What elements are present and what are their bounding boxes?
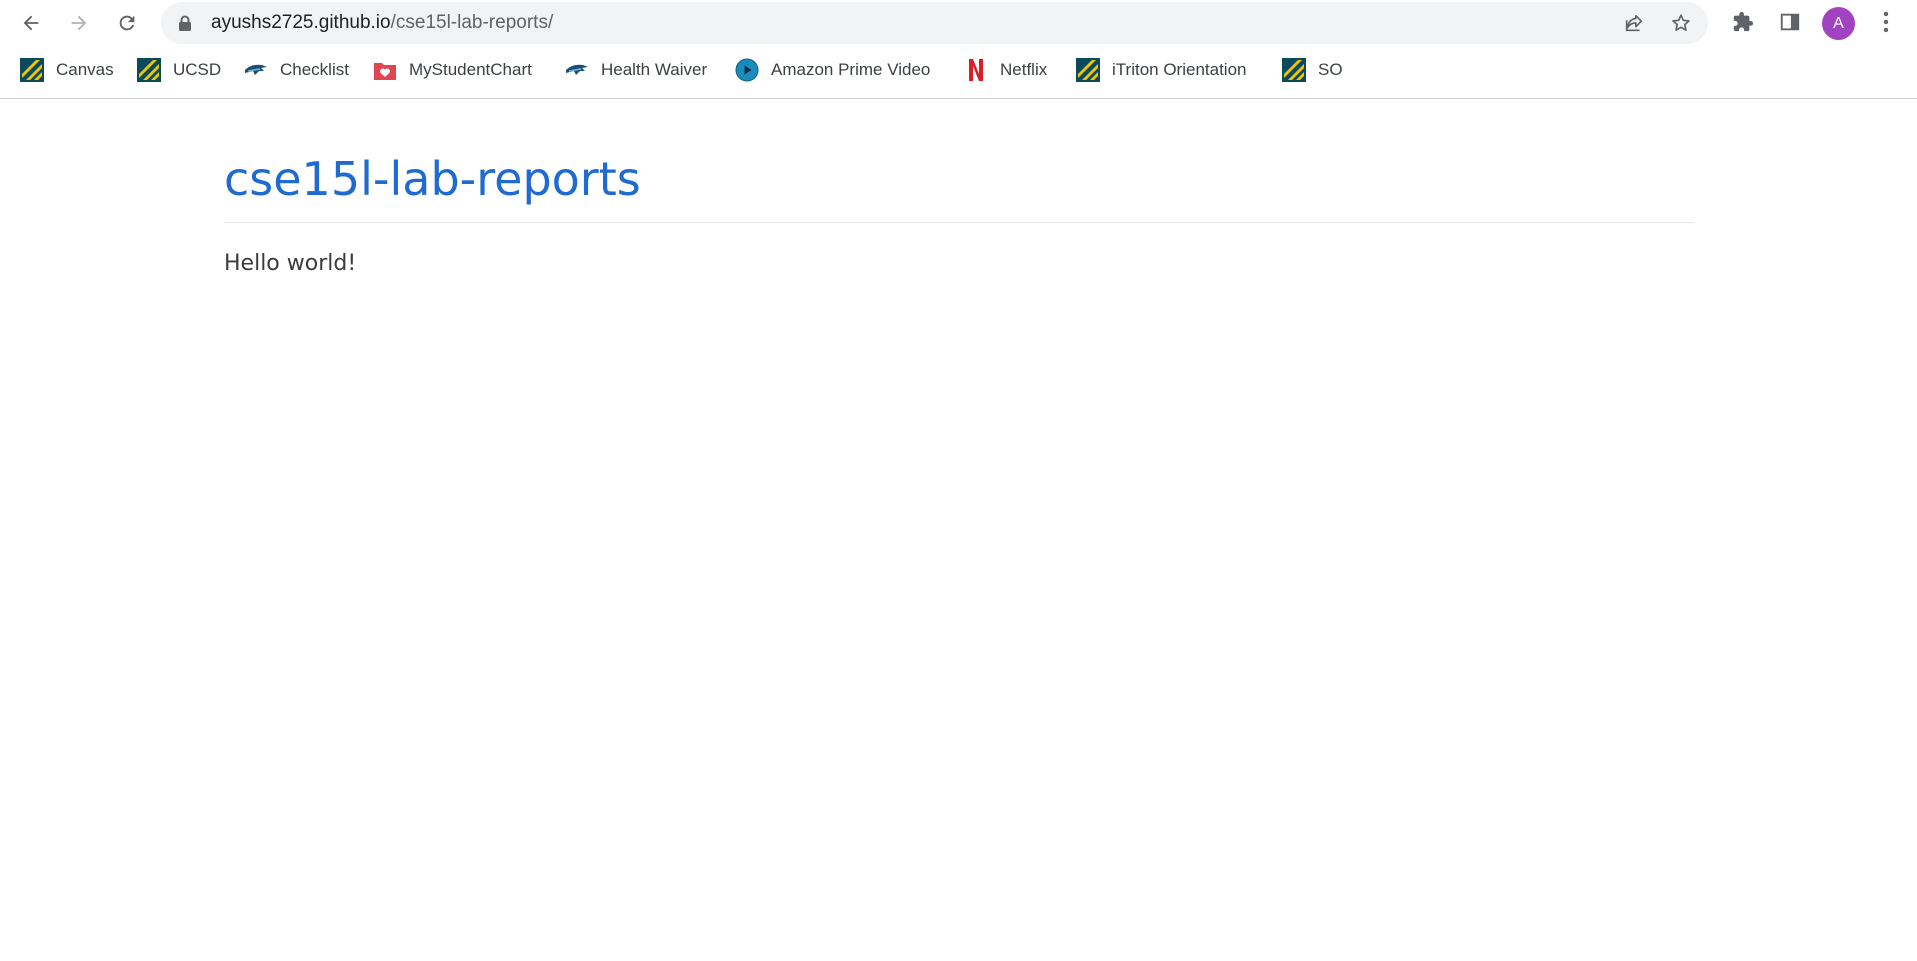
arrow-left-icon	[23, 15, 39, 31]
back-button[interactable]	[14, 6, 48, 40]
profile-avatar[interactable]: A	[1822, 7, 1855, 40]
bookmark-label: SO	[1318, 60, 1343, 79]
extensions-button[interactable]	[1730, 9, 1756, 35]
bookmark-netflix[interactable]: Netflix	[964, 52, 1047, 88]
netflix-n-icon	[964, 58, 988, 82]
side-panel-button[interactable]	[1777, 9, 1803, 35]
bookmark-mystudentchart[interactable]: MyStudentChart	[373, 52, 532, 88]
bookmark-label: Amazon Prime Video	[771, 60, 931, 79]
puzzle-piece-icon	[1733, 11, 1754, 32]
bookmark-label: UCSD	[173, 60, 222, 79]
bookmark-label: Netflix	[1000, 60, 1048, 79]
bookmark-canvas[interactable]: Canvas	[20, 52, 114, 88]
bookmarks-bar: Canvas UCSD Checklist MyStudentChart Hea…	[0, 52, 1917, 88]
url-text[interactable]: ayushs2725.github.io/cse15l-lab-reports/	[211, 2, 553, 44]
ucsd-stripes-icon	[20, 58, 44, 82]
lock-icon[interactable]	[178, 15, 192, 31]
browser-toolbar: ayushs2725.github.io/cse15l-lab-reports/…	[0, 0, 1917, 46]
play-circle-icon	[735, 58, 759, 82]
browser-chrome: ayushs2725.github.io/cse15l-lab-reports/…	[0, 0, 1917, 99]
address-bar[interactable]: ayushs2725.github.io/cse15l-lab-reports/	[161, 2, 1708, 44]
arrow-right-icon	[71, 15, 87, 31]
triton-icon	[244, 58, 268, 82]
title-divider	[224, 222, 1694, 223]
browser-menu-button[interactable]	[1873, 9, 1899, 35]
share-icon	[1625, 14, 1643, 32]
bookmark-label: Canvas	[56, 60, 114, 79]
page-content: cse15l-lab-reports Hello world!	[224, 100, 1694, 276]
bookmark-label: MyStudentChart	[409, 60, 532, 79]
star-icon	[1672, 14, 1690, 31]
bookmark-star-button[interactable]	[1669, 11, 1693, 35]
heart-folder-icon	[373, 58, 397, 82]
reload-button[interactable]	[110, 6, 144, 40]
bookmark-amazon-prime-video[interactable]: Amazon Prime Video	[735, 52, 930, 88]
more-vertical-icon	[1883, 11, 1889, 33]
bookmark-label: Health Waiver	[601, 60, 708, 79]
reload-icon	[119, 15, 135, 31]
profile-initial: A	[1833, 14, 1844, 32]
bookmark-label: Checklist	[280, 60, 349, 79]
bookmark-itriton-orientation[interactable]: iTriton Orientation	[1076, 52, 1246, 88]
page-body-text: Hello world!	[224, 251, 357, 276]
bookmark-ucsd[interactable]: UCSD	[137, 52, 221, 88]
url-path: /cse15l-lab-reports/	[390, 12, 554, 33]
side-panel-icon	[1780, 13, 1800, 31]
forward-button[interactable]	[62, 6, 96, 40]
ucsd-stripes-icon	[1282, 58, 1306, 82]
bookmark-so[interactable]: SO	[1282, 52, 1343, 88]
ucsd-stripes-icon	[1076, 58, 1100, 82]
url-host: ayushs2725.github.io	[211, 12, 391, 33]
ucsd-stripes-icon	[137, 58, 161, 82]
bookmark-checklist[interactable]: Checklist	[244, 52, 349, 88]
share-button[interactable]	[1622, 11, 1646, 35]
page-title[interactable]: cse15l-lab-reports	[224, 100, 1694, 207]
triton-icon	[565, 58, 589, 82]
bookmark-health-waiver[interactable]: Health Waiver	[565, 52, 707, 88]
bookmark-label: iTriton Orientation	[1112, 60, 1247, 79]
